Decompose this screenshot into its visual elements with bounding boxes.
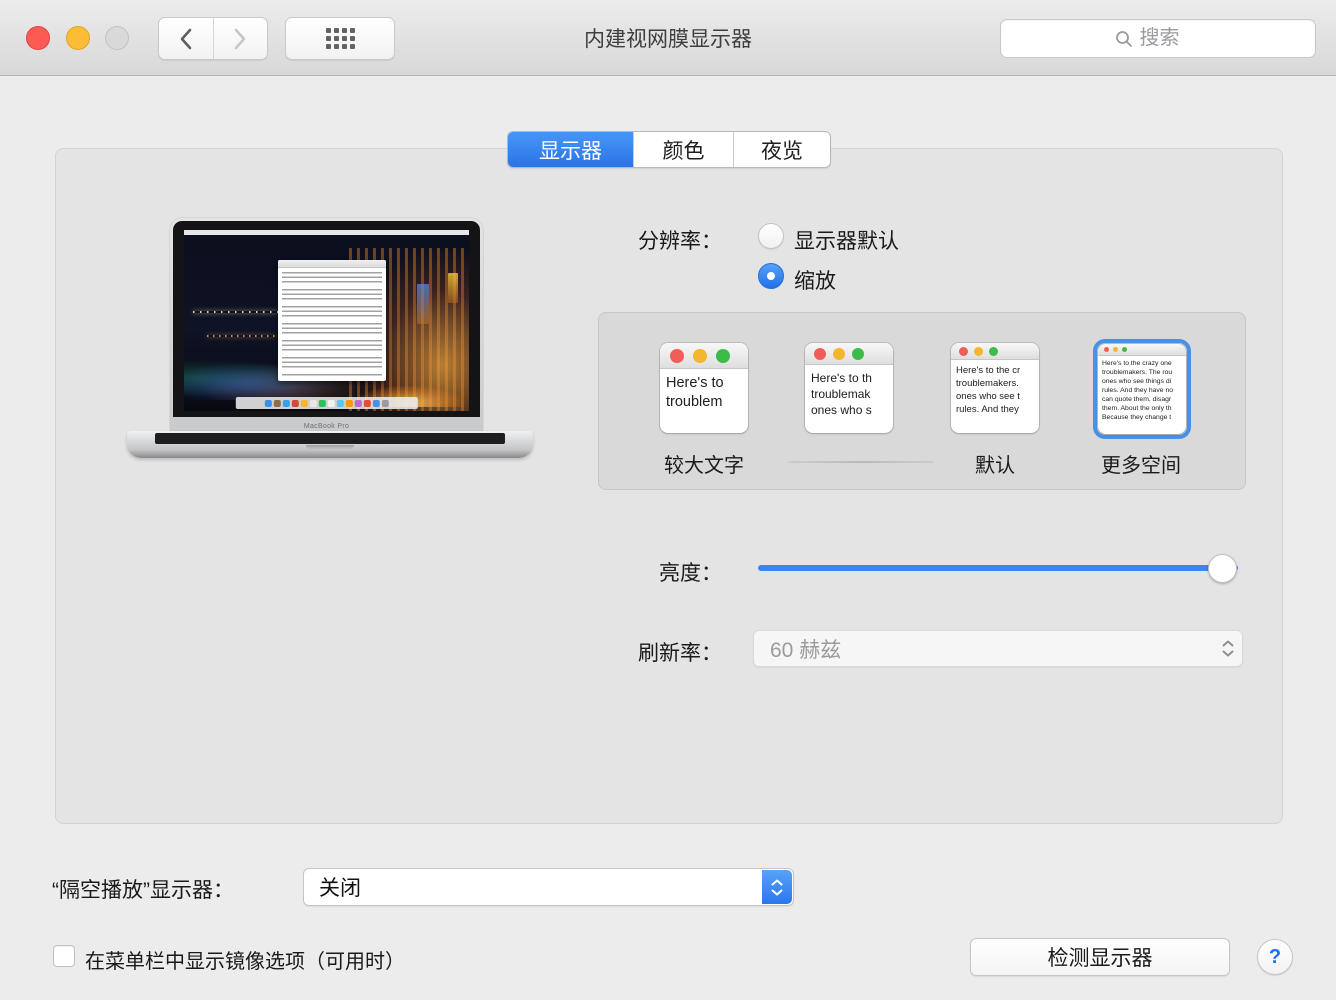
radio-scaled[interactable]: [758, 263, 784, 289]
macbook-base: [127, 431, 533, 458]
window-titlebar: 内建视网膜显示器: [0, 0, 1336, 76]
scale-preview-text: Here's to the cr troublemakers. ones who…: [951, 360, 1039, 416]
search-field[interactable]: [1000, 19, 1316, 58]
chevron-left-icon: [179, 28, 192, 50]
macbook-display-preview: MacBook Pro: [127, 218, 533, 460]
macbook-screen: MacBook Pro: [170, 218, 483, 431]
scale-divider-line: [788, 461, 934, 463]
back-button[interactable]: [159, 18, 213, 59]
airplay-display-dropdown[interactable]: 关闭: [303, 868, 794, 906]
show-mirroring-options-label[interactable]: 在菜单栏中显示镜像选项（可用时）: [85, 945, 405, 974]
macbook-wallpaper: [184, 230, 469, 411]
scale-option-2[interactable]: Here's to th troublemak ones who s: [805, 343, 893, 433]
mini-textedit-window: [278, 260, 386, 381]
refresh-rate-value: 60 赫兹: [754, 634, 841, 664]
airplay-display-value: 关闭: [304, 872, 361, 902]
refresh-rate-label: 刷新率：: [500, 637, 722, 667]
grid-icon: [326, 28, 355, 49]
scale-preview-text: Here's to th troublemak ones who s: [805, 365, 893, 418]
fullscreen-button-disabled: [105, 26, 129, 50]
scale-option-more-space-selected[interactable]: Here's to the crazy one troublemakers. T…: [1093, 339, 1191, 439]
refresh-rate-dropdown[interactable]: 60 赫兹: [753, 630, 1243, 667]
forward-button[interactable]: [213, 18, 268, 59]
scale-label-more-space: 更多空间: [1091, 449, 1191, 478]
show-mirroring-options-checkbox[interactable]: [53, 945, 75, 967]
minimize-button[interactable]: [66, 26, 90, 50]
mini-menubar: [184, 230, 469, 235]
chevron-right-icon: [234, 28, 247, 50]
close-button[interactable]: [26, 26, 50, 50]
nav-back-forward: [158, 17, 268, 60]
scale-option-default[interactable]: Here's to the cr troublemakers. ones who…: [951, 343, 1039, 433]
radio-scaled-label[interactable]: 缩放: [794, 265, 836, 295]
search-input[interactable]: [1140, 27, 1202, 50]
airplay-display-label: “隔空播放”显示器：: [52, 874, 234, 904]
macbook-bezel: [173, 221, 480, 417]
resolution-label: 分辨率：: [500, 225, 722, 255]
radio-default-for-display[interactable]: [758, 223, 784, 249]
help-button[interactable]: ?: [1257, 939, 1293, 975]
scale-option-larger-text[interactable]: Here's to troublem: [660, 343, 748, 433]
search-icon: [1115, 30, 1133, 48]
stepper-chevrons-icon: [1222, 631, 1234, 666]
tab-night-shift[interactable]: 夜览: [733, 132, 830, 167]
brightness-slider-track[interactable]: [758, 565, 1238, 571]
tab-display[interactable]: 显示器: [508, 132, 633, 167]
radio-default-label[interactable]: 显示器默认: [794, 225, 899, 255]
mini-dock: [235, 397, 417, 409]
show-all-preferences-button[interactable]: [285, 17, 395, 60]
tab-color[interactable]: 颜色: [633, 132, 733, 167]
brightness-slider-knob[interactable]: [1208, 554, 1237, 583]
tab-bar: 显示器 颜色 夜览: [507, 131, 831, 168]
scale-label-default: 默认: [945, 449, 1045, 478]
scale-preview-text: Here's to troublem: [660, 369, 748, 412]
brightness-label: 亮度：: [500, 557, 722, 587]
scale-preview-text: Here's to the crazy one troublemakers. T…: [1098, 356, 1186, 422]
detect-displays-button[interactable]: 检测显示器: [970, 938, 1230, 976]
dropdown-stepper-icon: [762, 870, 792, 904]
scale-label-larger-text: 较大文字: [654, 449, 754, 478]
macbook-pro-label: MacBook Pro: [170, 423, 483, 430]
